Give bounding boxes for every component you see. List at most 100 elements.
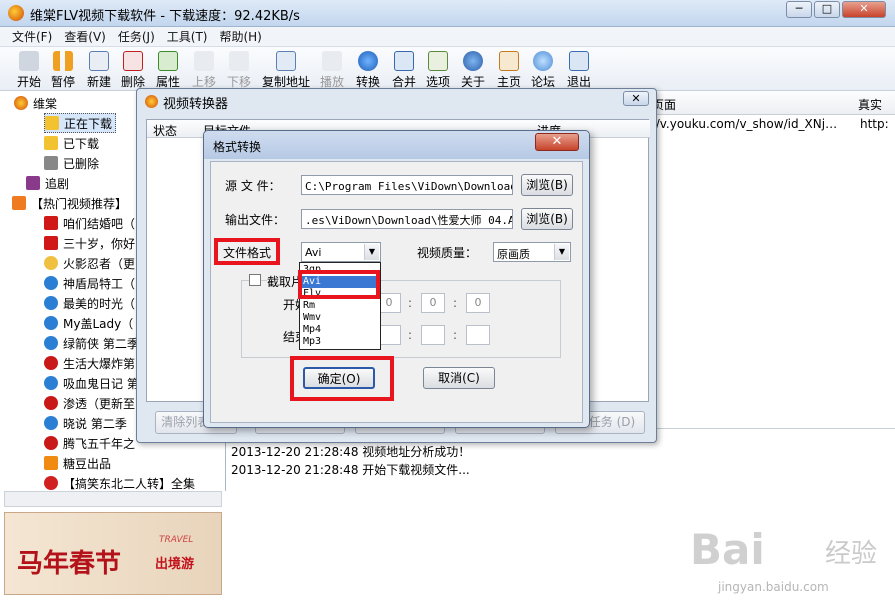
file-format-select[interactable]: Avi ▼ [301, 242, 381, 262]
maximize-button[interactable]: □ [814, 1, 840, 18]
merge-icon [394, 51, 414, 71]
source-file-field[interactable]: C:\Program Files\ViDown\Download\性 [301, 175, 513, 195]
tree-item-video[interactable]: 绿箭侠 第二季 [44, 333, 139, 353]
dialog-title: 格式转换 [213, 140, 262, 154]
tree-item-chase[interactable]: 追剧 [26, 173, 69, 193]
copy-address-button[interactable]: 复制地址 [258, 49, 314, 90]
task-real-url: http: [860, 117, 889, 131]
properties-button[interactable]: 属性 [152, 49, 184, 90]
close-button[interactable]: ✕ [842, 1, 886, 18]
start-button[interactable]: 开始 [13, 49, 45, 90]
tree-item-video[interactable]: 咱们结婚吧（ [44, 213, 135, 233]
merge-button[interactable]: 合并 [388, 49, 420, 90]
exit-button[interactable]: 退出 [563, 49, 595, 90]
tree-item-hot[interactable]: 【热门视频推荐】 [12, 193, 127, 213]
log-line: 2013-12-20 21:28:48 视频地址分析成功！ [231, 445, 471, 459]
tree-item-video[interactable]: 神盾局特工（ [44, 273, 135, 293]
format-option[interactable]: Mp3 [301, 336, 379, 348]
app-logo-icon [14, 96, 28, 110]
menu-file[interactable]: 文件(F) [6, 27, 58, 47]
copy-icon [276, 51, 296, 71]
dialog-close-button[interactable]: ✕ [535, 133, 579, 151]
face-icon [44, 256, 58, 270]
signal-icon [44, 476, 58, 490]
homepage-button[interactable]: 主页 [493, 49, 525, 90]
exit-icon [569, 51, 589, 71]
tv-icon [26, 176, 40, 190]
watermark-brand-sub: 经验 [825, 539, 878, 569]
horizontal-scrollbar[interactable] [4, 491, 222, 507]
chevron-down-icon[interactable]: ▼ [364, 244, 379, 260]
move-down-button[interactable]: 下移 [223, 49, 255, 90]
start-minute-field[interactable]: 0 [421, 293, 445, 313]
tree-item-video[interactable]: 渗透（更新至 [44, 393, 135, 413]
tree-item-video[interactable]: 火影忍者（更 [44, 253, 135, 273]
tree-root[interactable]: 维棠 [14, 93, 57, 113]
tree-item-video[interactable]: 最美的时光（ [44, 293, 135, 313]
end-second-field[interactable] [466, 325, 490, 345]
start-second-field[interactable]: 0 [466, 293, 490, 313]
options-button[interactable]: 选项 [422, 49, 454, 90]
tree-item-video[interactable]: 吸血鬼日记 第 [44, 373, 139, 393]
delete-button[interactable]: 删除 [117, 49, 149, 90]
properties-icon [158, 51, 178, 71]
format-option[interactable]: Wmv [301, 312, 379, 324]
delete-icon [123, 51, 143, 71]
chat-icon [533, 51, 553, 71]
menu-help[interactable]: 帮助(H) [213, 27, 267, 47]
play-button[interactable]: 播放 [316, 49, 348, 90]
tree-item-video[interactable]: 生活大爆炸第 [44, 353, 135, 373]
video-quality-select[interactable]: 原画质 ▼ [493, 242, 571, 262]
forum-button[interactable]: 论坛 [527, 49, 559, 90]
about-button[interactable]: 关于 [457, 49, 489, 90]
move-up-button[interactable]: 上移 [188, 49, 220, 90]
pause-button[interactable]: 暂停 [47, 49, 79, 90]
tree-item-video[interactable]: My盖Lady（ [44, 313, 133, 333]
clip-checkbox[interactable] [249, 274, 261, 286]
pause-icon [53, 51, 73, 71]
format-option[interactable]: Rm [301, 300, 379, 312]
video-converter-close-button[interactable]: ✕ [623, 91, 649, 106]
chevron-down-icon[interactable]: ▼ [554, 244, 569, 260]
window-title: 维棠FLV视频下载软件 - 下载速度：92.42KB/s [30, 9, 300, 24]
column-status[interactable]: 状态 [153, 122, 177, 139]
menu-view[interactable]: 查看(V) [58, 27, 112, 47]
tree-item-video[interactable]: 腾飞五千年之 [44, 433, 135, 453]
minimize-button[interactable]: ─ [786, 1, 812, 18]
banner-headline: 马年春节 [17, 549, 122, 579]
output-file-field[interactable]: .es\ViDown\Download\性爱大师 04.Avi [301, 209, 513, 229]
ad-banner[interactable]: 马年春节 出境游 TRAVEL [4, 512, 222, 595]
play-arrow-icon [19, 51, 39, 71]
cancel-button[interactable]: 取消(C) [423, 367, 495, 389]
tree-item-downloaded[interactable]: 已下载 [44, 133, 99, 153]
menu-tools[interactable]: 工具(T) [161, 27, 214, 47]
tree-item-video[interactable]: 三十岁，你好 [44, 233, 135, 253]
play-circle-icon [44, 436, 58, 450]
browse-output-button[interactable]: 浏览(B) [521, 208, 573, 230]
end-minute-field[interactable] [421, 325, 445, 345]
tree-item-downloading[interactable]: 正在下载 [44, 113, 117, 133]
task-page-url: p://v.youku.com/v_show/id_XNj… [640, 117, 838, 131]
clip-group [241, 280, 561, 358]
play-circle-icon [44, 336, 58, 350]
title-bar: 维棠FLV视频下载软件 - 下载速度：92.42KB/s ─ □ ✕ [0, 0, 895, 27]
column-real[interactable]: 真实 [858, 96, 882, 113]
convert-button[interactable]: 转换 [352, 49, 384, 90]
tree-item-video[interactable]: 糖豆出品 [44, 453, 111, 473]
browse-source-button[interactable]: 浏览(B) [521, 174, 573, 196]
td-logo-icon [44, 456, 58, 470]
options-icon [428, 51, 448, 71]
play-circle-icon [44, 396, 58, 410]
tree-item-video[interactable]: 【搞笑东北二人转】全集 [44, 473, 195, 493]
format-conversion-dialog: 格式转换 ✕ 源 文 件： C:\Program Files\ViDown\Do… [203, 130, 590, 428]
play-circle-icon [44, 376, 58, 390]
dialog-body: 源 文 件： C:\Program Files\ViDown\Download\… [210, 161, 583, 423]
menu-task[interactable]: 任务(J) [112, 27, 161, 47]
help-icon [463, 51, 483, 71]
format-option[interactable]: Mp4 [301, 324, 379, 336]
dialog-title-bar: 格式转换 ✕ [204, 131, 589, 159]
banner-en: TRAVEL [159, 535, 194, 545]
tree-item-video[interactable]: 晓说 第二季 [44, 413, 127, 433]
new-button[interactable]: 新建 [83, 49, 115, 90]
tree-item-deleted[interactable]: 已删除 [44, 153, 99, 173]
